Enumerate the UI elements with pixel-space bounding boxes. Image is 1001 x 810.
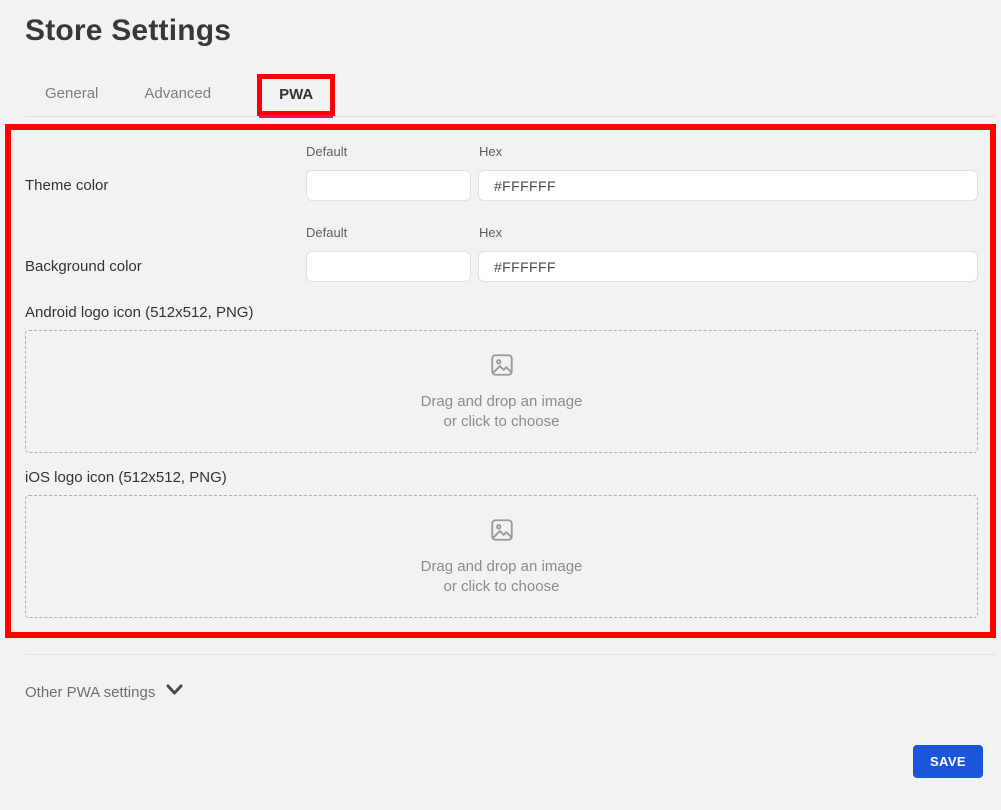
background-color-label: Background color xyxy=(25,258,299,275)
theme-color-row: Default Hex Theme color xyxy=(25,144,978,201)
tab-general[interactable]: General xyxy=(45,85,98,116)
android-drop-text-line1: Drag and drop an image xyxy=(421,392,583,412)
theme-color-hex-input[interactable] xyxy=(478,170,978,201)
background-default-header: Default xyxy=(306,225,471,251)
other-pwa-settings-expander[interactable]: Other PWA settings xyxy=(25,683,183,701)
background-color-default-input[interactable] xyxy=(306,251,471,282)
android-logo-dropzone[interactable]: Drag and drop an image or click to choos… xyxy=(25,330,978,453)
save-button[interactable]: SAVE xyxy=(913,745,983,778)
theme-color-default-input[interactable] xyxy=(306,170,471,201)
annotation-box-pwa-content: Default Hex Theme color Default Hex Back… xyxy=(5,124,996,638)
background-color-hex-input[interactable] xyxy=(478,251,978,282)
tab-advanced[interactable]: Advanced xyxy=(144,85,211,116)
section-divider xyxy=(25,654,996,655)
android-drop-text-line2: or click to choose xyxy=(444,412,560,432)
theme-hex-header: Hex xyxy=(478,144,978,170)
background-color-row: Default Hex Background color xyxy=(25,225,978,282)
tab-pwa-label: PWA xyxy=(279,86,313,103)
image-icon xyxy=(489,352,515,383)
page-title: Store Settings xyxy=(25,14,1001,48)
android-logo-label: Android logo icon (512x512, PNG) xyxy=(25,304,978,321)
theme-default-header: Default xyxy=(306,144,471,170)
theme-color-label: Theme color xyxy=(25,177,299,194)
footer-actions: SAVE xyxy=(0,745,1001,778)
tab-pwa[interactable]: PWA xyxy=(257,74,335,116)
image-icon xyxy=(489,517,515,548)
settings-tab-bar: General Advanced PWA xyxy=(25,74,996,117)
ios-drop-text-line1: Drag and drop an image xyxy=(421,557,583,577)
ios-drop-text-line2: or click to choose xyxy=(444,577,560,597)
annotation-box-pwa-tab: PWA xyxy=(257,74,335,116)
other-pwa-settings-label: Other PWA settings xyxy=(25,684,155,701)
ios-logo-dropzone[interactable]: Drag and drop an image or click to choos… xyxy=(25,495,978,618)
chevron-down-icon xyxy=(166,683,183,701)
background-hex-header: Hex xyxy=(478,225,978,251)
ios-logo-label: iOS logo icon (512x512, PNG) xyxy=(25,469,978,486)
